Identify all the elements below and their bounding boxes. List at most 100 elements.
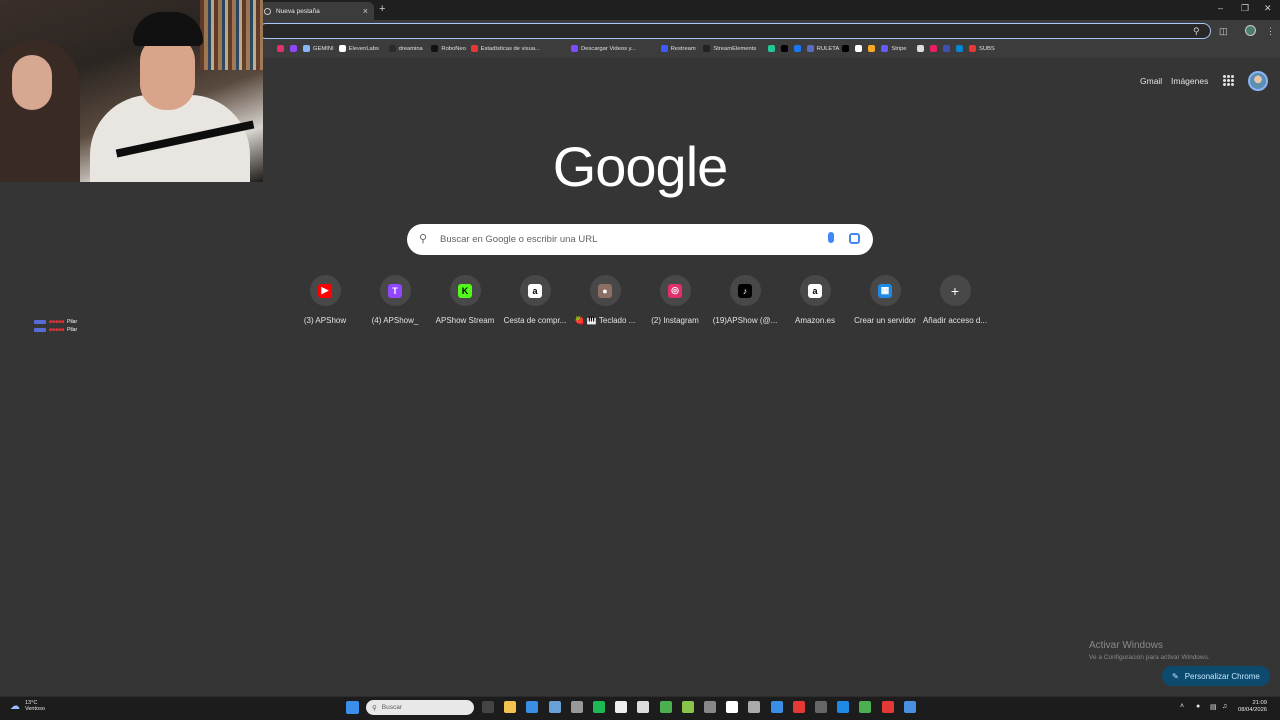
screen: Nueva pestaña × + – ❐ ✕ ⚲ ◫ ⋮ GEMINI Elev… (0, 0, 1280, 720)
bookmark-item[interactable]: ElevenLabs (338, 45, 379, 52)
taskbar-app-icon[interactable] (881, 701, 894, 713)
taskbar-app-icon[interactable] (704, 701, 716, 713)
bookmark-item[interactable] (917, 45, 924, 52)
bookmark-item[interactable] (290, 45, 297, 52)
bookmark-item[interactable] (842, 45, 850, 52)
taskbar-app-icon[interactable] (593, 701, 605, 713)
shortcut-tile[interactable]: a Amazon.es (779, 275, 851, 325)
bookmark-item[interactable]: GEMINI (303, 45, 334, 52)
shortcut-tile[interactable]: K APShow Stream (429, 275, 501, 325)
taskbar-app-icon[interactable] (659, 701, 672, 713)
taskbar-app-icon[interactable] (504, 701, 517, 713)
taskbar-app-icon[interactable] (526, 701, 539, 713)
taskbar-app-icon[interactable] (726, 701, 739, 713)
taskbar-app-icon[interactable] (615, 701, 628, 713)
shortcut-tile[interactable]: ♪ (19)APShow (@... (709, 275, 781, 325)
taskbar-search[interactable]: ⚲ Buscar (366, 700, 474, 715)
bookmark-item[interactable]: SUBS (969, 45, 995, 52)
weather-widget[interactable]: ☁ 13°C Ventoso (10, 700, 45, 712)
taskbar-search-input[interactable]: Buscar (382, 704, 402, 711)
shortcut-title: (4) APShow_ (371, 316, 419, 325)
shortcut-icon-circle: ▦ (869, 275, 901, 306)
shortcut-tile[interactable]: ▦ Crear un servidor (849, 275, 921, 325)
taskbar-app-icon[interactable] (815, 701, 827, 713)
taskbar-app-icon[interactable] (859, 701, 872, 713)
address-bar[interactable] (258, 23, 1211, 39)
bookmark-item[interactable]: dreamina (388, 45, 423, 52)
taskbar-app-icon[interactable] (681, 701, 694, 713)
bookmark-item[interactable] (956, 45, 963, 52)
shortcut-icon-circle: K (449, 275, 481, 306)
shortcut-title: (2) Instagram (651, 316, 699, 325)
product-icon: ● (598, 283, 612, 298)
avatar[interactable] (1248, 71, 1268, 91)
network-icon[interactable]: ▤ (1210, 703, 1217, 711)
close-tab-button[interactable]: × (363, 6, 368, 16)
bookmark-item[interactable] (930, 45, 937, 52)
taskbar-app-icon[interactable] (792, 701, 805, 713)
bookmark-icon (881, 45, 889, 52)
apps-grid-icon[interactable] (1223, 75, 1234, 86)
shortcut-tile[interactable]: ● 🍓 🎹 Teclado ... (569, 275, 641, 325)
bookmark-icon (470, 45, 478, 52)
bookmark-icon (303, 45, 310, 52)
windows-start-icon[interactable] (346, 701, 359, 714)
taskbar-app-icon[interactable] (770, 701, 783, 713)
taskbar-app-icon[interactable] (548, 701, 561, 713)
bookmark-item[interactable] (943, 45, 950, 52)
bookmark-item[interactable]: Descargar Videos y... (571, 45, 636, 52)
shortcut-tile[interactable]: + Añadir acceso d... (919, 275, 991, 325)
bookmark-label: Restream (670, 45, 696, 52)
activation-title: Activar Windows (1089, 640, 1163, 651)
gmail-link[interactable]: Gmail (1140, 76, 1162, 86)
shortcut-tile[interactable]: ▶ (3) APShow (289, 275, 361, 325)
profile-icon[interactable] (1245, 25, 1256, 36)
new-tab-button[interactable]: + (379, 3, 385, 15)
shortcut-tile[interactable]: ◎ (2) Instagram (639, 275, 711, 325)
close-window-button[interactable]: ✕ (1264, 3, 1272, 14)
voice-search-icon[interactable] (828, 232, 834, 243)
extensions-icon[interactable]: ◫ (1219, 26, 1228, 37)
taskbar-app-icon[interactable] (637, 701, 650, 713)
bookmark-item[interactable] (793, 45, 801, 52)
search-icon[interactable]: ⚲ (1193, 26, 1200, 37)
bookmark-item[interactable]: StreamElements (703, 45, 756, 52)
bookmark-item[interactable] (868, 45, 876, 52)
bookmark-item[interactable]: RULETA (806, 45, 840, 52)
bookmark-item[interactable] (855, 45, 863, 52)
microphone-icon[interactable]: ● (1196, 703, 1200, 710)
bookmark-item[interactable]: Stripe (881, 45, 907, 52)
bookmark-item[interactable] (767, 45, 775, 52)
maximize-button[interactable]: ❐ (1241, 3, 1249, 14)
bookmark-item[interactable]: Estadísticas de visua... (470, 45, 540, 52)
search-input[interactable]: Buscar en Google o escribir una URL (440, 234, 597, 245)
bookmark-icon (660, 45, 668, 52)
images-link[interactable]: Imágenes (1171, 76, 1208, 86)
tab-new-tab[interactable]: Nueva pestaña × (258, 2, 374, 20)
volume-icon[interactable]: ♫ (1222, 703, 1227, 710)
taskbar-app-icon[interactable] (482, 701, 494, 713)
bookmark-item[interactable]: RoboNeo (431, 45, 466, 52)
shortcut-icon-circle: ♪ (729, 275, 761, 306)
tray-chevron-icon[interactable]: ˄ (1180, 703, 1184, 710)
search-box[interactable]: ⚲ Buscar en Google o escribir una URL (407, 224, 873, 255)
menu-icon[interactable]: ⋮ (1266, 26, 1275, 37)
customize-chrome-button[interactable]: ✎ Personalizar Chrome (1162, 666, 1270, 686)
bookmark-item[interactable] (277, 45, 284, 52)
bookmark-item[interactable]: Restream (660, 45, 696, 52)
bookmark-label: RoboNeo (441, 45, 466, 52)
taskbar-app-icon[interactable] (570, 701, 583, 713)
minimize-button[interactable]: – (1218, 3, 1223, 13)
bookmark-item[interactable] (780, 45, 788, 52)
bookmark-icon (703, 45, 711, 52)
amazon-icon: a (528, 283, 542, 298)
taskbar-app-icon[interactable] (748, 701, 761, 713)
bookmark-label: RULETA (816, 45, 840, 52)
taskbar-clock[interactable]: 21:09 08/04/2026 (1238, 700, 1267, 714)
taskbar-app-icon[interactable] (837, 701, 850, 713)
shortcut-tile[interactable]: T (4) APShow_ (359, 275, 431, 325)
shortcut-tile[interactable]: a Cesta de compr... (499, 275, 571, 325)
lens-icon[interactable] (849, 233, 860, 244)
taskbar-app-icon[interactable] (903, 701, 916, 713)
bookmark-label: GEMINI (313, 45, 334, 52)
